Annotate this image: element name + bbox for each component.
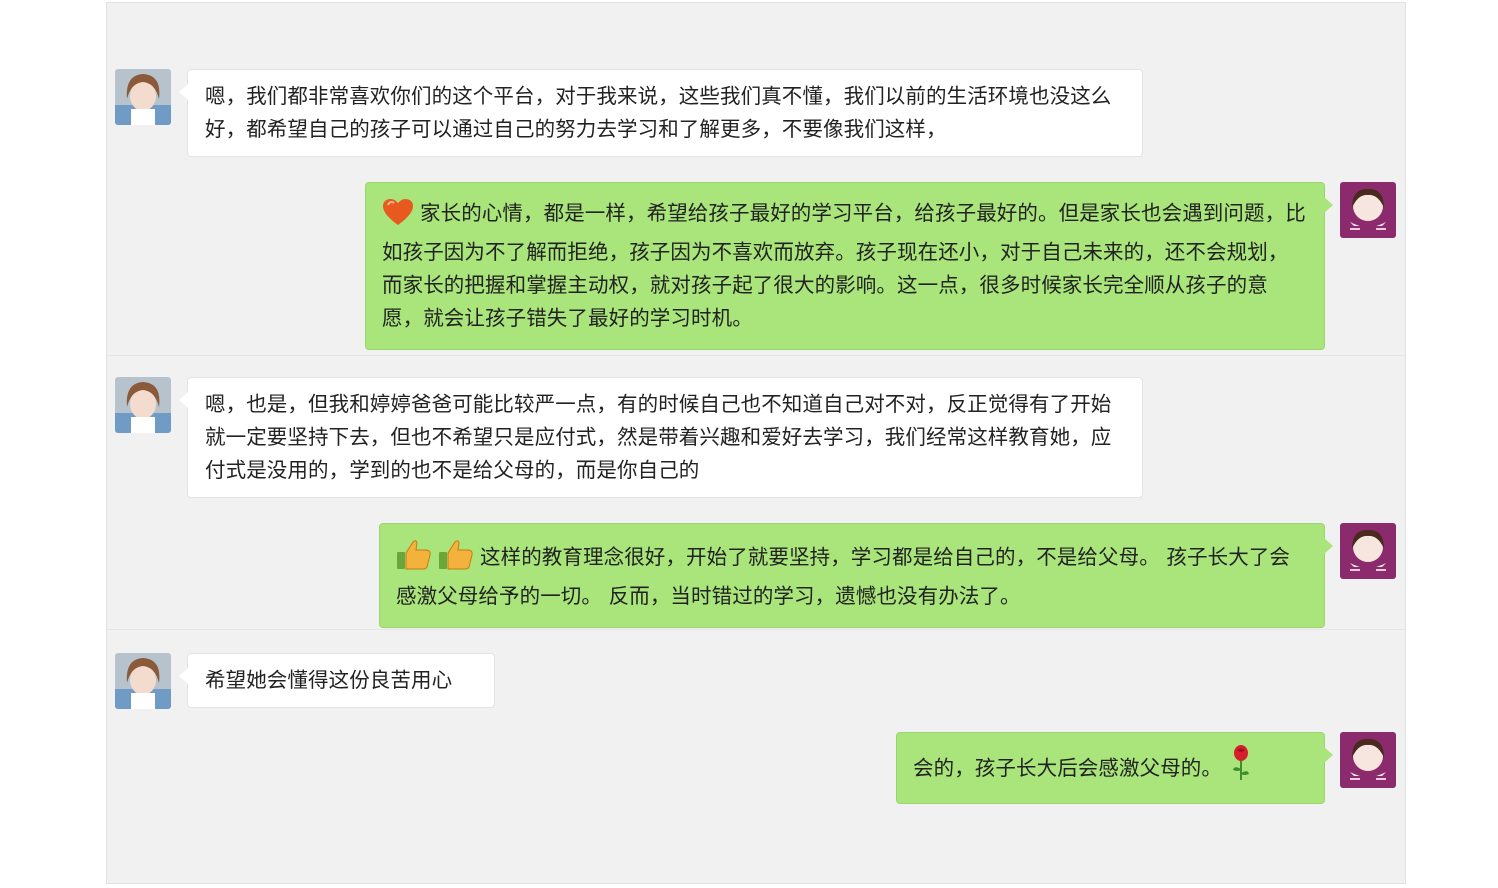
message-text: 希望她会懂得这份良苦用心 [205, 668, 453, 692]
message-incoming: 嗯，我们都非常喜欢你们的这个平台，对于我来说，这些我们真不懂，我们以前的生活环境… [179, 69, 1143, 157]
teacher-avatar[interactable] [1340, 523, 1396, 579]
message-text: 嗯，也是，但我和婷婷爸爸可能比较严一点，有的时候自己也不知道自己对不对，反正觉得… [205, 392, 1112, 482]
thumbs-up-icon [438, 538, 474, 580]
teacher-avatar[interactable] [1340, 182, 1396, 238]
parent-avatar[interactable] [115, 653, 171, 709]
message-text: 家长的心情，都是一样，希望给孩子最好的学习平台，给孩子最好的。但是家长也会遇到问… [382, 201, 1306, 330]
teacher-avatar[interactable] [1340, 732, 1396, 788]
parent-avatar[interactable] [115, 69, 171, 125]
message-text: 嗯，我们都非常喜欢你们的这个平台，对于我来说，这些我们真不懂，我们以前的生活环境… [205, 84, 1112, 141]
message-divider [107, 629, 1405, 630]
message-incoming: 希望她会懂得这份良苦用心 [179, 653, 495, 708]
parent-avatar[interactable] [115, 377, 171, 433]
heart-icon [382, 198, 414, 236]
message-text: 这样的教育理念很好，开始了就要坚持，学习都是给自己的，不是给父母。 孩子长大了会… [396, 545, 1291, 608]
message-outgoing: 家长的心情，都是一样，希望给孩子最好的学习平台，给孩子最好的。但是家长也会遇到问… [365, 182, 1333, 350]
message-incoming: 嗯，也是，但我和婷婷爸爸可能比较严一点，有的时候自己也不知道自己对不对，反正觉得… [179, 377, 1143, 498]
chat-panel: 嗯，我们都非常喜欢你们的这个平台，对于我来说，这些我们真不懂，我们以前的生活环境… [106, 2, 1406, 884]
message-outgoing: 会的，孩子长大后会感激父母的。 [896, 732, 1333, 804]
message-divider [107, 355, 1405, 356]
message-text: 会的，孩子长大后会感激父母的。 [913, 756, 1222, 780]
thumbs-up-icon [396, 538, 432, 580]
message-outgoing: 这样的教育理念很好，开始了就要坚持，学习都是给自己的，不是给父母。 孩子长大了会… [379, 523, 1333, 628]
rose-icon [1230, 745, 1252, 791]
